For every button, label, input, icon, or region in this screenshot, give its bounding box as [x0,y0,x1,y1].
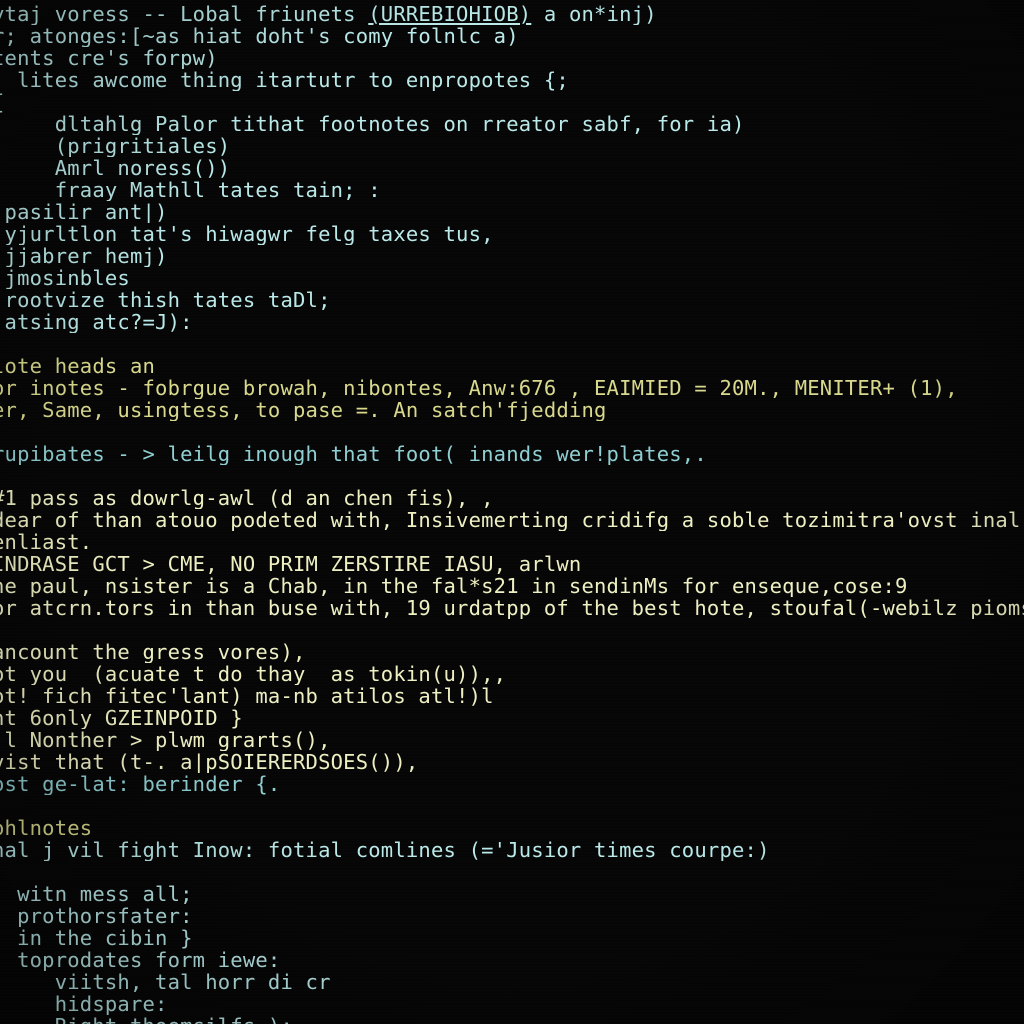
terminal-line: atsing atc?=J): [0,311,193,333]
terminal-line: tents cre's forpw) [0,47,218,69]
terminal-line: enliast. [0,531,93,553]
terminal-line: in the cibin } [0,927,193,949]
terminal-line: lites awcome thing itartutr to enpropote… [0,69,569,91]
terminal-line: nt 6only GZEINPOID } [0,707,243,729]
terminal-line: INDRASE GCT > CME, NO PRIM ZERSTIRE IASU… [0,553,582,575]
terminal-line: Amrl noress()) [0,157,231,179]
terminal-line: prothorsfater: [0,905,193,927]
terminal-line: jmosinbles [0,267,130,289]
terminal-line: vist that (t-. a|pSOIERERDSOES()), [0,751,419,773]
terminal-text-run: a on*inj) [531,3,657,25]
terminal-line: { [0,91,1024,113]
terminal-line: (prigritiales) [0,135,231,157]
terminal-text-run: ytaj voress -- Lobal friunets [0,3,369,25]
terminal-window[interactable]: ytaj voress -- Lobal friunets (URREBIOHI… [0,0,1024,1024]
terminal-line: ytaj voress -- Lobal friunets (URREBIOHI… [0,3,1024,25]
terminal-line: jjabrer hemj) [0,245,168,267]
terminal-line: witn_mess all; [0,883,193,905]
terminal-text-buffer[interactable]: ytaj voress -- Lobal friunets (URREBIOHI… [0,3,1024,1024]
terminal-line: viitsh, tal horr di cr [0,971,331,993]
terminal-line: ancount the gress vores), [0,641,306,663]
terminal-line: |l Nonther > plwm grarts(), [0,729,331,751]
terminal-line: ost ge-lat: berinder {. [0,773,281,795]
terminal-line: lote heads an [0,355,156,377]
terminal-line: rootvize thish tates taDl; [0,289,331,311]
terminal-line: toprodates form iewe: [0,949,281,971]
terminal-link-text[interactable]: (URREBIOHIOB) [368,3,531,25]
terminal-line: #1 pass as dowrlg-awl (d an chen fis), , [0,487,494,509]
terminal-line: ot! fich fitec'lant) ma-nb_atilos atl!)l [0,685,494,707]
terminal-line: dear of than atouo podeted with, Insivem… [0,509,1021,531]
terminal-line: r; atonges:[~as hiat doht's comy folnlc … [0,25,519,47]
terminal-line: he paul, nsister is a Chab, in the fal*s… [0,575,908,597]
terminal-line: yjurltlon tat's hiwagwr felg taxes tus, [0,223,494,245]
terminal-line: rupibates - > leilg inough that foot( in… [0,443,707,465]
terminal-line: ot you (acuate t do thay_ as tokin(u)),, [0,663,507,685]
terminal-line: or inotes - fobrgue browah, nibontes, An… [0,377,958,399]
terminal-line: ohlnotes [0,817,93,839]
terminal-line: dltahlg Palor tithat footnotes on rreato… [0,113,745,135]
terminal-line: nal j vil fight Inow: fotial comlines (=… [0,839,770,861]
terminal-line: Right thoemsilfs ); [0,1015,1024,1024]
terminal-line: or atcrn.tors in than buse with, 19 urda… [0,597,1024,619]
terminal-line: hidspare: [0,993,168,1015]
terminal-line: pasilir ant|) [0,201,168,223]
terminal-line: er, Same, usingtess, to pase =. An satch… [0,399,607,421]
terminal-line: fraay Mathll tates tain; : [0,179,381,201]
